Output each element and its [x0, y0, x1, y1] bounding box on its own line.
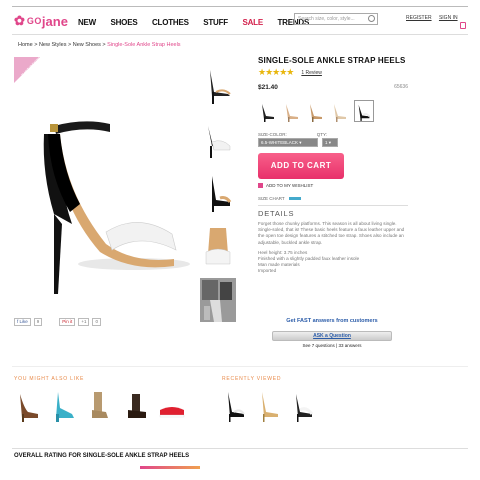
- star-rating-icon: ★★★★★: [258, 67, 294, 77]
- wishlist-link[interactable]: ADD TO MY WISHLIST: [258, 183, 468, 188]
- shopping-bag-icon[interactable]: [460, 22, 466, 29]
- qa-count[interactable]: See 7 questions | 33 answers: [272, 343, 392, 348]
- logo-jane-text: jane: [41, 13, 68, 29]
- site-header: ✿ GO jane NEW SHOES CLOTHES STUFF SALE T…: [14, 10, 466, 32]
- product-price: $21.40: [258, 84, 278, 91]
- social-share-bar: f Like 9 Pin it +1 0: [14, 318, 104, 326]
- qty-label: QTY:: [316, 132, 328, 137]
- details-heading: DETAILS: [258, 205, 408, 218]
- breadcrumb-new-shoes[interactable]: New Shoes: [73, 42, 101, 48]
- details-paragraph: Forget those chunky platforms. This seas…: [258, 221, 405, 245]
- qty-select[interactable]: 1 ▾: [322, 138, 338, 147]
- ask-question-button[interactable]: ASK a Question: [272, 331, 392, 341]
- swatch-tan[interactable]: [306, 100, 326, 122]
- qty-value: 1: [325, 140, 328, 145]
- color-swatches: [258, 100, 468, 122]
- plus-count: 0: [92, 318, 101, 326]
- review-link[interactable]: 1 Review: [301, 70, 322, 76]
- swatch-beige[interactable]: [330, 100, 350, 122]
- thumbnail-back[interactable]: [200, 170, 236, 214]
- register-link[interactable]: REGISTER: [406, 15, 432, 21]
- also-like-item[interactable]: [50, 388, 78, 422]
- thumbnail-toe[interactable]: [200, 224, 236, 268]
- search-placeholder: Search size, color, style...: [298, 16, 355, 22]
- facebook-like-button[interactable]: f Like: [14, 318, 31, 326]
- breadcrumb-current: Single-Sole Ankle Strap Heels: [107, 42, 181, 48]
- size-color-label: SIZE-COLOR:: [258, 132, 287, 137]
- main-product-image[interactable]: [14, 54, 196, 314]
- size-color-value: 6.5-WHITEBLACK: [261, 140, 299, 145]
- option-selects: 6.5-WHITEBLACK ▾ 1 ▾: [258, 138, 468, 147]
- search-icon[interactable]: [368, 15, 375, 22]
- ruler-icon: [288, 197, 301, 200]
- recently-viewed-item[interactable]: [222, 388, 248, 422]
- product-title: SINGLE-SOLE ANKLE STRAP HEELS: [258, 56, 406, 65]
- section-divider: [12, 366, 468, 367]
- thumbnail-front[interactable]: [200, 116, 236, 160]
- logo-go-text: GO: [26, 16, 42, 26]
- swatch-white-black[interactable]: [354, 100, 374, 122]
- breadcrumb: Home > New Styles > New Shoes > Single-S…: [18, 42, 181, 48]
- nav-shoes[interactable]: SHOES: [110, 18, 137, 27]
- rating-row: ★★★★★ 1 Review: [258, 67, 468, 78]
- sign-in-link[interactable]: SIGN IN: [439, 15, 458, 21]
- breadcrumb-home[interactable]: Home: [18, 42, 33, 48]
- also-like-item[interactable]: [122, 388, 150, 422]
- recently-viewed-item[interactable]: [256, 388, 282, 422]
- section-divider: [12, 448, 468, 449]
- pinterest-button[interactable]: Pin it: [59, 318, 76, 326]
- product-info: SINGLE-SOLE ANKLE STRAP HEELS ★★★★★ 1 Re…: [258, 56, 468, 275]
- option-labels: SIZE-COLOR: QTY:: [258, 132, 468, 137]
- qa-fast-answers-link[interactable]: Get FAST answers from customers: [272, 318, 392, 324]
- also-like-item[interactable]: [158, 388, 186, 422]
- recently-viewed-heading: RECENTLY VIEWED: [222, 376, 282, 382]
- nav-sale[interactable]: SALE: [242, 18, 263, 27]
- gojane-logo[interactable]: ✿ GO jane: [14, 13, 68, 29]
- size-chart-link[interactable]: SIZE CHART: [258, 196, 468, 201]
- nav-new[interactable]: NEW: [78, 18, 96, 27]
- thumbnail-side[interactable]: [200, 62, 236, 106]
- also-like-item[interactable]: [86, 388, 114, 422]
- also-like-list: [14, 388, 194, 422]
- header-divider: [12, 34, 468, 35]
- wishlist-label: ADD TO MY WISHLIST: [266, 183, 314, 188]
- top-divider: [12, 6, 468, 7]
- like-count: 9: [33, 318, 43, 326]
- nav-stuff[interactable]: STUFF: [203, 18, 228, 27]
- add-to-cart-button[interactable]: ADD TO CART: [258, 153, 344, 179]
- also-like-item[interactable]: [14, 388, 42, 422]
- thumbnail-model[interactable]: [200, 278, 236, 322]
- google-plus-button[interactable]: +1: [78, 318, 90, 326]
- flower-icon: ✿: [14, 13, 25, 28]
- spec-line: Imported: [258, 268, 277, 274]
- price-row: $21.40 65636: [258, 84, 408, 91]
- account-links: REGISTER SIGN IN: [406, 15, 464, 21]
- swatch-nude[interactable]: [282, 100, 302, 122]
- swatch-black[interactable]: [258, 100, 278, 122]
- thumbnail-list: [200, 62, 240, 332]
- details-text: Forget those chunky platforms. This seas…: [258, 221, 408, 275]
- recently-viewed-list: [222, 388, 324, 422]
- product-sku: 65636: [394, 84, 408, 90]
- plus-icon: [258, 183, 263, 188]
- like-label: Like: [19, 319, 28, 324]
- qa-section: Get FAST answers from customers ASK a Qu…: [272, 318, 392, 348]
- breadcrumb-new-styles[interactable]: New Styles: [39, 42, 67, 48]
- size-chart-label: SIZE CHART: [258, 196, 285, 201]
- recently-viewed-item[interactable]: [290, 388, 316, 422]
- search-input[interactable]: Search size, color, style...: [294, 13, 378, 25]
- rating-accent-bar: [140, 466, 200, 469]
- nav-clothes[interactable]: CLOTHES: [152, 18, 189, 27]
- main-nav: NEW SHOES CLOTHES STUFF SALE TRENDS: [78, 12, 319, 30]
- overall-rating-heading: OVERALL RATING FOR SINGLE-SOLE ANKLE STR…: [14, 453, 190, 459]
- just-restocked-badge: JUST RESTOCKED: [14, 57, 52, 83]
- also-like-heading: YOU MIGHT ALSO LIKE: [14, 376, 85, 382]
- size-color-select[interactable]: 6.5-WHITEBLACK ▾: [258, 138, 318, 147]
